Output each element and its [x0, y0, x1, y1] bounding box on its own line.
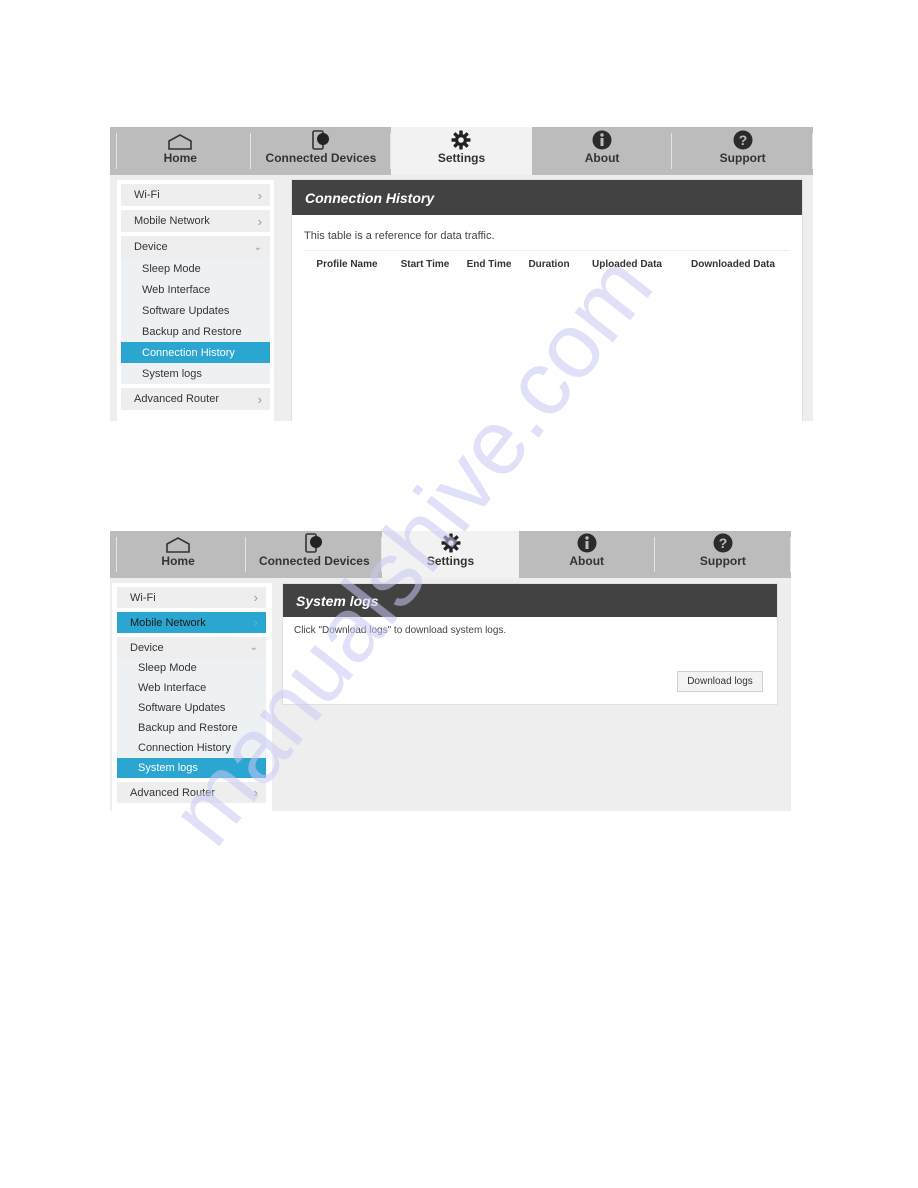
submenu-sleep-mode[interactable]: Sleep Mode	[117, 658, 266, 678]
settings-sidebar: Wi-Fi › Mobile Network › Device ⌄ Sleep Mod…	[117, 180, 274, 421]
tab-support-label: Support	[719, 151, 766, 165]
submenu-web-interface[interactable]: Web Interface	[117, 678, 266, 698]
info-icon	[592, 130, 612, 150]
tab-connected-devices-label: Connected Devices	[258, 554, 370, 568]
connection-history-panel: Connection History This table is a refer…	[291, 179, 803, 421]
device-submenu: Sleep Mode Web Interface Software Update…	[117, 658, 266, 778]
sidebar-item-label: Mobile Network	[134, 215, 210, 227]
svg-text:?: ?	[719, 535, 728, 551]
sidebar-item-label: Wi-Fi	[134, 189, 160, 201]
col-uploaded-data[interactable]: Uploaded Data	[580, 259, 674, 270]
chevron-right-icon: ›	[257, 187, 262, 203]
device-submenu: Sleep Mode Web Interface Software Update…	[121, 258, 270, 384]
submenu-sleep-mode[interactable]: Sleep Mode	[121, 258, 270, 279]
panel-title: System logs	[283, 584, 777, 617]
settings-sidebar: Wi-Fi › Mobile Network › Device ⌄ Sleep Mod…	[112, 583, 272, 811]
sidebar-item-mobile-network[interactable]: Mobile Network ›	[121, 210, 270, 232]
chevron-down-icon: ⌄	[249, 642, 258, 653]
col-end-time[interactable]: End Time	[460, 259, 518, 270]
sidebar-item-advanced-router[interactable]: Advanced Router ›	[121, 388, 270, 410]
download-logs-button[interactable]: Download logs	[677, 671, 763, 692]
sidebar-item-wifi[interactable]: Wi-Fi ›	[117, 587, 266, 608]
tab-support-label: Support	[699, 554, 746, 568]
svg-text:?: ?	[738, 132, 747, 148]
chevron-right-icon: ›	[253, 615, 258, 630]
chevron-right-icon: ›	[253, 590, 258, 605]
col-start-time[interactable]: Start Time	[390, 259, 460, 270]
screenshot-system-logs: Home Connected Devices Settings About ? …	[110, 531, 791, 811]
col-duration[interactable]: Duration	[518, 259, 580, 270]
tab-about[interactable]: About	[532, 127, 673, 175]
col-profile-name[interactable]: Profile Name	[304, 259, 390, 270]
tab-connected-devices[interactable]: Connected Devices	[251, 127, 392, 175]
tab-home[interactable]: Home	[110, 531, 247, 578]
tab-about-label: About	[584, 151, 620, 165]
top-nav: Home Connected Devices Settings About ? …	[110, 127, 813, 175]
submenu-backup-restore[interactable]: Backup and Restore	[121, 321, 270, 342]
tab-about-label: About	[569, 554, 605, 568]
help-icon: ?	[733, 130, 753, 150]
connection-history-table: Profile Name Start Time End Time Duratio…	[304, 259, 792, 270]
panel-description: This table is a reference for data traff…	[304, 230, 495, 242]
tab-support[interactable]: ? Support	[655, 531, 791, 578]
tab-home-label: Home	[161, 554, 195, 568]
chevron-down-icon: ⌄	[253, 241, 262, 253]
tab-home-label: Home	[163, 151, 197, 165]
chevron-right-icon: ›	[257, 213, 262, 229]
tab-about[interactable]: About	[519, 531, 655, 578]
info-icon	[577, 533, 597, 553]
connected-devices-icon	[312, 130, 330, 150]
home-icon	[167, 130, 193, 150]
screenshot-connection-history: Home Connected Devices Settings About ? …	[110, 127, 813, 421]
tab-connected-devices-label: Connected Devices	[265, 151, 377, 165]
connected-devices-icon	[305, 533, 323, 553]
sidebar-item-label: Device	[130, 641, 164, 654]
system-logs-panel: System logs Click "Download logs" to dow…	[282, 583, 778, 705]
tab-home[interactable]: Home	[110, 127, 251, 175]
col-downloaded-data[interactable]: Downloaded Data	[674, 259, 792, 270]
submenu-connection-history[interactable]: Connection History	[117, 738, 266, 758]
tab-settings[interactable]: Settings	[391, 127, 532, 175]
gear-icon	[451, 130, 471, 150]
help-icon: ?	[713, 533, 733, 553]
sidebar-item-advanced-router[interactable]: Advanced Router ›	[117, 782, 266, 803]
submenu-software-updates[interactable]: Software Updates	[117, 698, 266, 718]
tab-support[interactable]: ? Support	[672, 127, 813, 175]
sidebar-item-mobile-network[interactable]: Mobile Network ›	[117, 612, 266, 633]
submenu-software-updates[interactable]: Software Updates	[121, 300, 270, 321]
sidebar-item-label: Advanced Router	[130, 786, 215, 799]
sidebar-item-label: Advanced Router	[134, 393, 219, 405]
sidebar-item-label: Device	[134, 241, 168, 253]
submenu-connection-history[interactable]: Connection History	[121, 342, 270, 363]
gear-icon	[441, 533, 461, 553]
sidebar-item-device[interactable]: Device ⌄	[121, 236, 270, 258]
sidebar-item-wifi[interactable]: Wi-Fi ›	[121, 184, 270, 206]
panel-title: Connection History	[292, 180, 802, 215]
table-header-row: Profile Name Start Time End Time Duratio…	[304, 259, 792, 270]
sidebar-item-device[interactable]: Device ⌄	[117, 637, 266, 658]
tab-settings-label: Settings	[437, 151, 486, 165]
panel-description: Click "Download logs" to download system…	[294, 625, 507, 636]
home-icon	[165, 533, 191, 553]
submenu-system-logs[interactable]: System logs	[117, 758, 266, 778]
tab-connected-devices[interactable]: Connected Devices	[246, 531, 383, 578]
submenu-system-logs[interactable]: System logs	[121, 363, 270, 384]
sidebar-item-label: Mobile Network	[130, 616, 206, 629]
chevron-right-icon: ›	[253, 785, 258, 800]
tab-settings[interactable]: Settings	[382, 531, 519, 578]
sidebar-item-label: Wi-Fi	[130, 591, 156, 604]
submenu-web-interface[interactable]: Web Interface	[121, 279, 270, 300]
submenu-backup-restore[interactable]: Backup and Restore	[117, 718, 266, 738]
tab-settings-label: Settings	[426, 554, 475, 568]
chevron-right-icon: ›	[257, 391, 262, 407]
top-nav: Home Connected Devices Settings About ? …	[110, 531, 791, 578]
